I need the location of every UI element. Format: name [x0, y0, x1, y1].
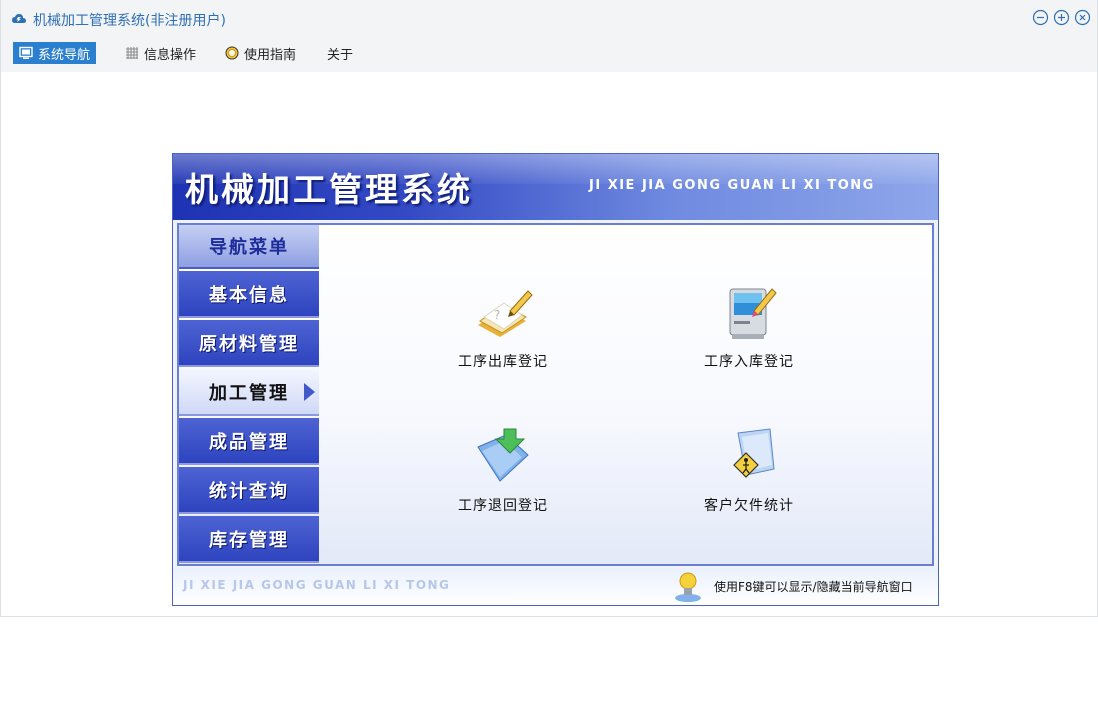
side-item-label: 原材料管理	[199, 333, 299, 355]
nav-body: 导航菜单 基本信息 原材料管理 加工管理 成品管理 统计查询 库存管理 ? 工序…	[177, 223, 934, 566]
side-menu: 导航菜单 基本信息 原材料管理 加工管理 成品管理 统计查询 库存管理	[179, 225, 319, 564]
menu-bar: 系统导航 信息操作 使用指南 关于	[1, 38, 1097, 72]
selected-arrow-icon	[304, 383, 315, 401]
title-bar[interactable]: 机械加工管理系统(非注册用户)	[1, 0, 1097, 38]
nav-title: 机械加工管理系统	[185, 170, 473, 209]
tile-label: 客户欠件统计	[704, 498, 794, 514]
tile-process-return[interactable]: 工序退回登记	[433, 425, 573, 515]
side-item-label: 成品管理	[209, 431, 289, 453]
navigation-panel: 机械加工管理系统 JI XIE JIA GONG GUAN LI XI TONG…	[172, 153, 939, 606]
menu-label: 信息操作	[144, 47, 197, 63]
tile-label: 工序入库登记	[704, 354, 794, 370]
side-item-label: 库存管理	[209, 529, 289, 551]
side-item-processing[interactable]: 加工管理	[179, 369, 319, 416]
menu-label: 系统导航	[38, 47, 91, 63]
menu-info-ops[interactable]: 信息操作	[119, 42, 202, 64]
side-item-inventory[interactable]: 库存管理	[179, 516, 319, 563]
computer-pencil-icon	[729, 288, 777, 339]
compass-icon	[225, 46, 239, 60]
close-icon[interactable]	[1074, 9, 1091, 26]
tile-customer-owed[interactable]: 客户欠件统计	[679, 425, 819, 515]
menu-user-guide[interactable]: 使用指南	[219, 42, 302, 64]
side-item-label: 加工管理	[209, 382, 289, 404]
nav-banner: 机械加工管理系统 JI XIE JIA GONG GUAN LI XI TONG	[173, 154, 938, 220]
footer-pinyin: JI XIE JIA GONG GUAN LI XI TONG	[183, 578, 451, 592]
window-title: 机械加工管理系统(非注册用户)	[33, 13, 226, 29]
side-item-statistics[interactable]: 统计查询	[179, 467, 319, 514]
tile-label: 工序出库登记	[458, 354, 548, 370]
side-item-label: 统计查询	[209, 480, 289, 502]
maximize-icon[interactable]	[1053, 9, 1070, 26]
side-menu-header: 导航菜单	[179, 225, 319, 269]
tile-process-inbound[interactable]: 工序入库登记	[679, 281, 819, 371]
menu-label: 使用指南	[244, 47, 297, 63]
side-item-basic-info[interactable]: 基本信息	[179, 271, 319, 318]
tile-process-outbound[interactable]: ? 工序出库登记	[433, 281, 573, 371]
menu-system-nav[interactable]: 系统导航	[13, 42, 97, 64]
side-item-raw-materials[interactable]: 原材料管理	[179, 320, 319, 367]
monitor-icon	[19, 46, 33, 59]
side-item-finished-goods[interactable]: 成品管理	[179, 418, 319, 465]
svg-text:?: ?	[494, 308, 500, 322]
folder-sign-icon	[733, 428, 775, 478]
minimize-icon[interactable]	[1032, 9, 1049, 26]
menu-label: 关于	[327, 47, 354, 63]
side-menu-header-label: 导航菜单	[209, 237, 289, 258]
nav-footer: JI XIE JIA GONG GUAN LI XI TONG 使用F8键可以显…	[173, 568, 938, 605]
window-controls	[1032, 9, 1091, 26]
tile-label: 工序退回登记	[458, 498, 548, 514]
side-item-label: 基本信息	[209, 284, 289, 306]
menu-about[interactable]: 关于	[321, 42, 359, 64]
f8-hint: 使用F8键可以显示/隐藏当前导航窗口	[714, 580, 913, 594]
grid-icon	[126, 47, 138, 59]
app-window: 机械加工管理系统(非注册用户) 系统导航 信息操作 使用指南 关于 机械加工管理…	[0, 0, 1098, 617]
light-bulb-icon	[675, 572, 701, 602]
nav-subtitle: JI XIE JIA GONG GUAN LI XI TONG	[589, 178, 875, 193]
cloud-app-icon	[12, 14, 26, 23]
folder-download-icon	[477, 428, 529, 482]
notebook-pencil-icon: ?	[478, 290, 533, 337]
